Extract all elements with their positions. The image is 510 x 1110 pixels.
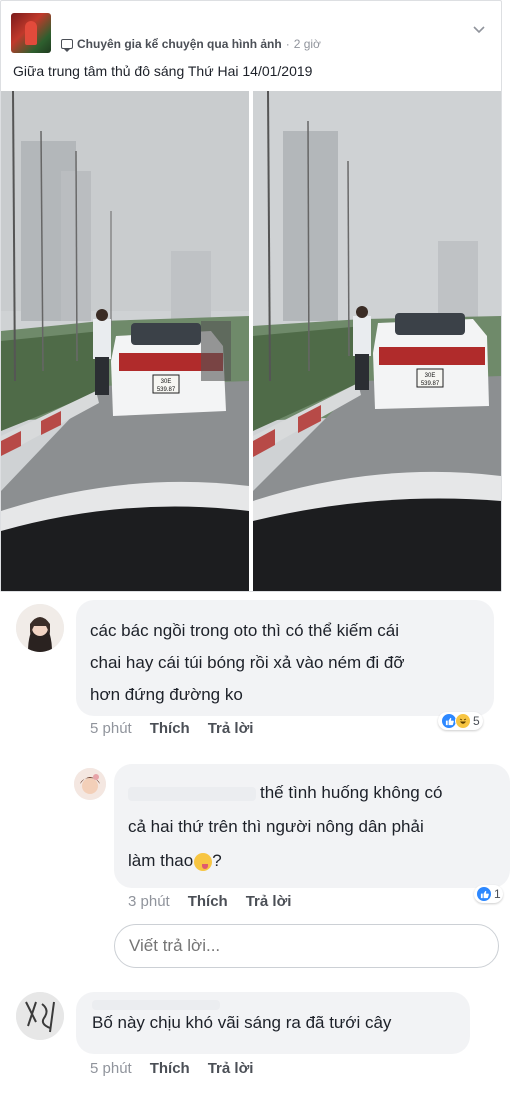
separator-dot: · bbox=[285, 37, 290, 51]
comment-1-like-button[interactable]: Thích bbox=[150, 720, 190, 737]
comment-2-actions: 3 phút Thích Trả lời bbox=[128, 893, 291, 910]
comment-1-line-2: chai hay cái túi bóng rồi xả vào ném đi … bbox=[90, 653, 405, 672]
comment-3-time[interactable]: 5 phút bbox=[90, 1060, 132, 1077]
comment-2-line-2: cả hai thứ trên thì người nông dân phải bbox=[128, 817, 424, 836]
comment-2-line-3-end: ? bbox=[212, 851, 222, 870]
author-name[interactable]: Chuyên gia kể chuyện qua hình ảnh bbox=[77, 37, 282, 51]
reply-input[interactable] bbox=[114, 924, 499, 968]
comment-2-like-button[interactable]: Thích bbox=[188, 893, 228, 910]
post-time[interactable]: 2 giờ bbox=[294, 37, 321, 51]
post-text: Giữa trung tâm thủ đô sáng Thứ Hai 14/01… bbox=[13, 63, 313, 79]
comment-2-line-1: thế tình huống không có bbox=[260, 783, 443, 802]
plate-top-2: 30E bbox=[425, 373, 436, 379]
post-header: Chuyên gia kể chuyện qua hình ảnh · 2 gi… bbox=[11, 13, 491, 57]
comment-1-reply-button[interactable]: Trả lời bbox=[208, 720, 254, 737]
comment-3-reply-button[interactable]: Trả lời bbox=[208, 1060, 254, 1077]
comment-2-author-blurred[interactable] bbox=[128, 786, 256, 801]
like-reaction-icon bbox=[476, 886, 492, 902]
comment-2-reactions[interactable]: 1 bbox=[474, 885, 503, 903]
comment-2-time[interactable]: 3 phút bbox=[128, 893, 170, 910]
comment-1-time[interactable]: 5 phút bbox=[90, 720, 132, 737]
comment-2-line-3: làm thao bbox=[128, 851, 194, 870]
commenter-1-avatar[interactable] bbox=[16, 604, 64, 652]
comment-1-reactions[interactable]: 5 bbox=[438, 712, 483, 730]
page-avatar[interactable] bbox=[11, 13, 51, 53]
post-photo-1[interactable]: 30E 539.87 bbox=[1, 91, 249, 591]
comment-3-bubble: Bố này chịu khó vãi sáng ra đã tưới cây bbox=[76, 992, 470, 1054]
comment-1-line-1: các bác ngồi trong oto thì có thể kiếm c… bbox=[90, 621, 400, 640]
comment-3-like-button[interactable]: Thích bbox=[150, 1060, 190, 1077]
commenter-2-avatar[interactable] bbox=[74, 768, 106, 800]
plate-top-1: 30E bbox=[161, 379, 172, 385]
chevron-down-icon[interactable] bbox=[473, 21, 485, 37]
comment-2-reaction-count: 1 bbox=[494, 887, 501, 901]
comment-2-bubble: thế tình huống không có cả hai thứ trên … bbox=[114, 764, 510, 888]
comment-1-reaction-count: 5 bbox=[473, 714, 480, 728]
post-photo-2[interactable]: 30E 539.87 bbox=[253, 91, 501, 591]
post-card: Chuyên gia kể chuyện qua hình ảnh · 2 gi… bbox=[0, 0, 502, 592]
author-line: Chuyên gia kể chuyện qua hình ảnh · 2 gi… bbox=[61, 37, 321, 52]
haha-reaction-icon bbox=[455, 713, 471, 729]
comment-3-author-blurred[interactable] bbox=[92, 1000, 220, 1010]
speech-bubble-icon bbox=[61, 39, 73, 52]
plate-bottom-1: 539.87 bbox=[157, 387, 176, 393]
plate-bottom-2: 539.87 bbox=[421, 381, 440, 387]
comment-1-actions: 5 phút Thích Trả lời bbox=[90, 720, 253, 737]
commenter-3-avatar[interactable] bbox=[16, 992, 64, 1040]
comment-1-bubble: các bác ngồi trong oto thì có thể kiếm c… bbox=[76, 600, 494, 716]
tongue-emoji-icon bbox=[194, 852, 213, 871]
comment-3-actions: 5 phút Thích Trả lời bbox=[90, 1060, 253, 1077]
comment-2-reply-button[interactable]: Trả lời bbox=[246, 893, 292, 910]
comment-1-line-3: hơn đứng đường ko bbox=[90, 685, 243, 704]
comment-3-text: Bố này chịu khó vãi sáng ra đã tưới cây bbox=[92, 1013, 392, 1032]
